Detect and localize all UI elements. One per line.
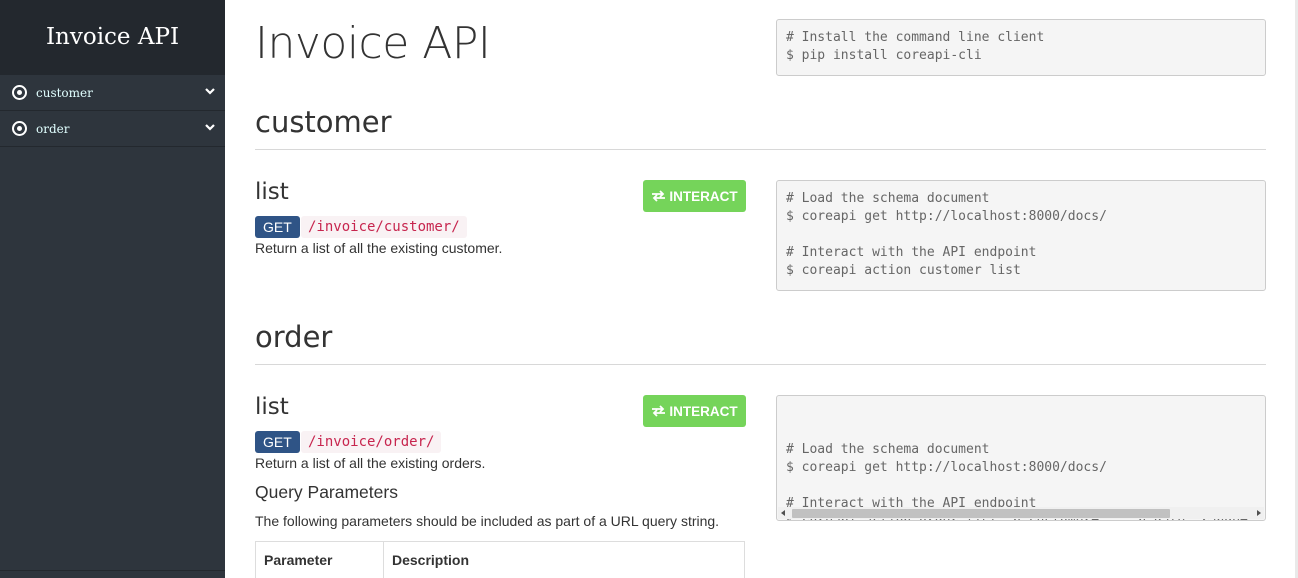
main-content: Invoice API # Install the command line c… [225,0,1298,578]
scrollbar-thumb[interactable] [792,509,1170,518]
section-divider [255,149,1266,150]
sidebar-item-customer[interactable]: customer [0,75,225,111]
scroll-left-icon[interactable] [781,510,785,516]
radio-dot-icon [12,121,27,136]
sidebar-footer-divider [0,570,225,578]
endpoint-description: Return a list of all the existing orders… [255,455,486,471]
endpoint-title: list [255,179,289,205]
query-parameters-description: The following parameters should be inclu… [255,513,720,529]
table-header-parameter: Parameter [256,542,384,578]
endpoint-description: Return a list of all the existing custom… [255,240,503,256]
sidebar-item-order[interactable]: order [0,111,225,147]
section-divider [255,364,1266,365]
horizontal-scrollbar[interactable] [778,507,1264,519]
install-code-block: # Install the command line client $ pip … [776,19,1266,76]
sidebar: Invoice API customer order [0,0,225,578]
endpoint-code-block: # Load the schema document $ coreapi get… [776,180,1266,291]
interact-button[interactable]: INTERACT [643,180,746,212]
swap-arrows-icon [652,190,666,202]
http-method-badge: GET [255,431,300,453]
section-title-order: order [255,320,333,354]
chevron-down-icon[interactable] [205,86,215,96]
section-title-customer: customer [255,105,392,139]
scroll-right-icon[interactable] [1257,510,1261,516]
sidebar-item-label: order [36,121,70,136]
interact-button[interactable]: INTERACT [643,395,746,427]
query-parameters-title: Query Parameters [255,482,398,502]
page-title: Invoice API [255,18,491,69]
interact-button-label: INTERACT [669,188,738,204]
parameters-table: Parameter Description [255,541,745,578]
endpoint-path: /invoice/order/ [301,431,442,453]
sidebar-item-label: customer [36,85,93,100]
table-header-description: Description [392,552,470,568]
interact-button-label: INTERACT [669,403,738,419]
radio-dot-icon [12,85,27,100]
chevron-down-icon[interactable] [205,122,215,132]
sidebar-brand[interactable]: Invoice API [0,0,225,75]
endpoint-path: /invoice/customer/ [301,216,467,238]
swap-arrows-icon [652,405,666,417]
endpoint-title: list [255,394,289,420]
endpoint-code-block[interactable]: # Load the schema document $ coreapi get… [776,395,1266,521]
http-method-badge: GET [255,216,300,238]
